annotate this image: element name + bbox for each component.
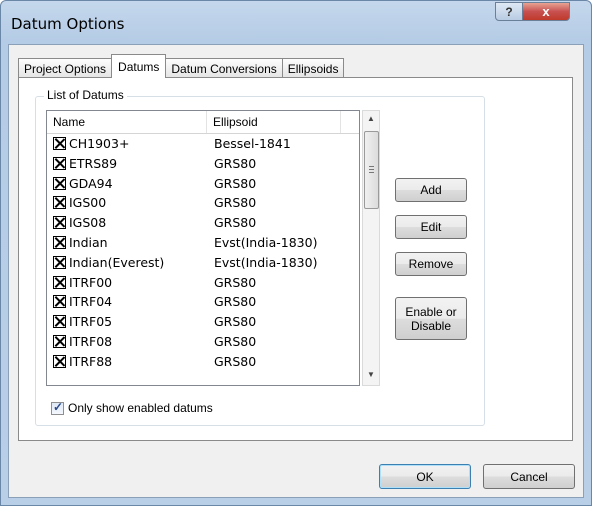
only-enabled-checkbox[interactable]: ✓ <box>51 399 64 415</box>
close-icon: x <box>542 4 550 19</box>
edit-button[interactable]: Edit <box>395 215 467 239</box>
datum-ellipsoid: GRS80 <box>214 215 257 231</box>
enable-disable-label-line1: Enable or <box>405 304 457 319</box>
list-item[interactable]: ETRS89 GRS80 <box>47 154 359 174</box>
tab-datum-conversions[interactable]: Datum Conversions <box>165 58 283 78</box>
tab-strip: Project Options Datums Datum Conversions… <box>18 54 345 78</box>
list-item[interactable]: Indian Evst(India-1830) <box>47 233 359 253</box>
enabled-checkbox[interactable] <box>53 176 66 190</box>
scrollbar-thumb[interactable] <box>364 131 379 209</box>
enabled-checkbox[interactable] <box>53 196 66 210</box>
list-item[interactable]: ITRF04 GRS80 <box>47 292 359 312</box>
cancel-button[interactable]: Cancel <box>483 464 575 489</box>
datum-ellipsoid: GRS80 <box>214 294 257 310</box>
tab-project-options[interactable]: Project Options <box>18 58 113 78</box>
enabled-checkbox[interactable] <box>53 255 66 269</box>
enabled-checkbox[interactable] <box>53 334 66 348</box>
datum-name: Indian(Everest) <box>69 254 165 270</box>
tab-ellipsoids[interactable]: Ellipsoids <box>281 58 345 78</box>
datum-name: IGS08 <box>69 215 107 231</box>
datum-list[interactable]: Name Ellipsoid CH1903+ Bessel-1841 ETRS89 G… <box>46 110 360 386</box>
window-title: Datum Options <box>11 15 125 33</box>
scroll-up-icon[interactable]: ▲ <box>366 114 376 126</box>
list-item[interactable]: ITRF05 GRS80 <box>47 312 359 332</box>
datum-ellipsoid: GRS80 <box>214 274 257 290</box>
list-item[interactable]: IGS08 GRS80 <box>47 213 359 233</box>
enabled-checkbox[interactable] <box>53 216 66 230</box>
enabled-checkbox[interactable] <box>53 315 66 329</box>
enabled-checkbox[interactable] <box>53 156 66 170</box>
datum-name: ITRF88 <box>69 353 113 369</box>
list-item[interactable]: Indian(Everest) Evst(India-1830) <box>47 253 359 273</box>
help-icon: ? <box>505 4 513 19</box>
datum-name: ETRS89 <box>69 155 118 171</box>
datum-name: ITRF08 <box>69 333 113 349</box>
datum-name: ITRF00 <box>69 274 113 290</box>
datum-ellipsoid: GRS80 <box>214 333 257 349</box>
datum-ellipsoid: Evst(India-1830) <box>214 254 318 270</box>
datum-name: Indian <box>69 234 108 250</box>
datum-ellipsoid: Evst(India-1830) <box>214 234 318 250</box>
title-bar[interactable]: Datum Options ? x <box>1 1 591 45</box>
close-button[interactable]: x <box>522 2 570 21</box>
enable-disable-button[interactable]: Enable or Disable <box>395 297 467 340</box>
checkmark-icon: ✓ <box>53 399 64 414</box>
datum-name: CH1903+ <box>69 136 130 151</box>
datum-ellipsoid: GRS80 <box>214 314 257 330</box>
datum-ellipsoid: GRS80 <box>214 155 257 171</box>
list-item[interactable]: ITRF00 GRS80 <box>47 273 359 293</box>
list-item[interactable]: GDA94 GRS80 <box>47 174 359 194</box>
scroll-down-icon[interactable]: ▼ <box>366 370 376 382</box>
datum-name: ITRF04 <box>69 294 113 310</box>
enabled-checkbox[interactable] <box>53 137 66 150</box>
only-enabled-option[interactable]: ✓ Only show enabled datums <box>51 399 213 415</box>
list-item[interactable]: ITRF08 GRS80 <box>47 332 359 352</box>
groupbox-label: List of Datums <box>44 88 127 102</box>
list-scrollbar[interactable]: ▲ ▼ <box>362 110 380 386</box>
datum-ellipsoid: GRS80 <box>214 195 257 211</box>
datum-ellipsoid: GRS80 <box>214 353 257 369</box>
list-item[interactable]: IGS00 GRS80 <box>47 193 359 213</box>
enable-disable-label-line2: Disable <box>410 318 452 333</box>
datum-name: GDA94 <box>69 175 113 191</box>
enabled-checkbox[interactable] <box>53 295 66 309</box>
datum-name: ITRF05 <box>69 314 113 330</box>
enabled-checkbox[interactable] <box>53 354 66 368</box>
column-header-name[interactable]: Name <box>47 111 207 133</box>
tab-datums[interactable]: Datums <box>111 54 167 78</box>
help-button[interactable]: ? <box>495 2 523 21</box>
list-rows: CH1903+ Bessel-1841 ETRS89 GRS80 GDA94 GRS80 I… <box>47 134 359 372</box>
column-header-ellipsoid[interactable]: Ellipsoid <box>207 111 341 133</box>
datum-ellipsoid: Bessel-1841 <box>214 136 291 151</box>
only-enabled-label: Only show enabled datums <box>68 401 213 415</box>
add-button[interactable]: Add <box>395 178 467 202</box>
remove-button[interactable]: Remove <box>395 252 467 276</box>
list-item[interactable]: CH1903+ Bessel-1841 <box>47 134 359 154</box>
datum-name: IGS00 <box>69 195 107 211</box>
enabled-checkbox[interactable] <box>53 275 66 289</box>
list-item[interactable]: ITRF88 GRS80 <box>47 352 359 372</box>
list-header: Name Ellipsoid <box>47 111 359 134</box>
ok-button[interactable]: OK <box>379 464 471 489</box>
datum-ellipsoid: GRS80 <box>214 175 257 191</box>
enabled-checkbox[interactable] <box>53 235 66 249</box>
